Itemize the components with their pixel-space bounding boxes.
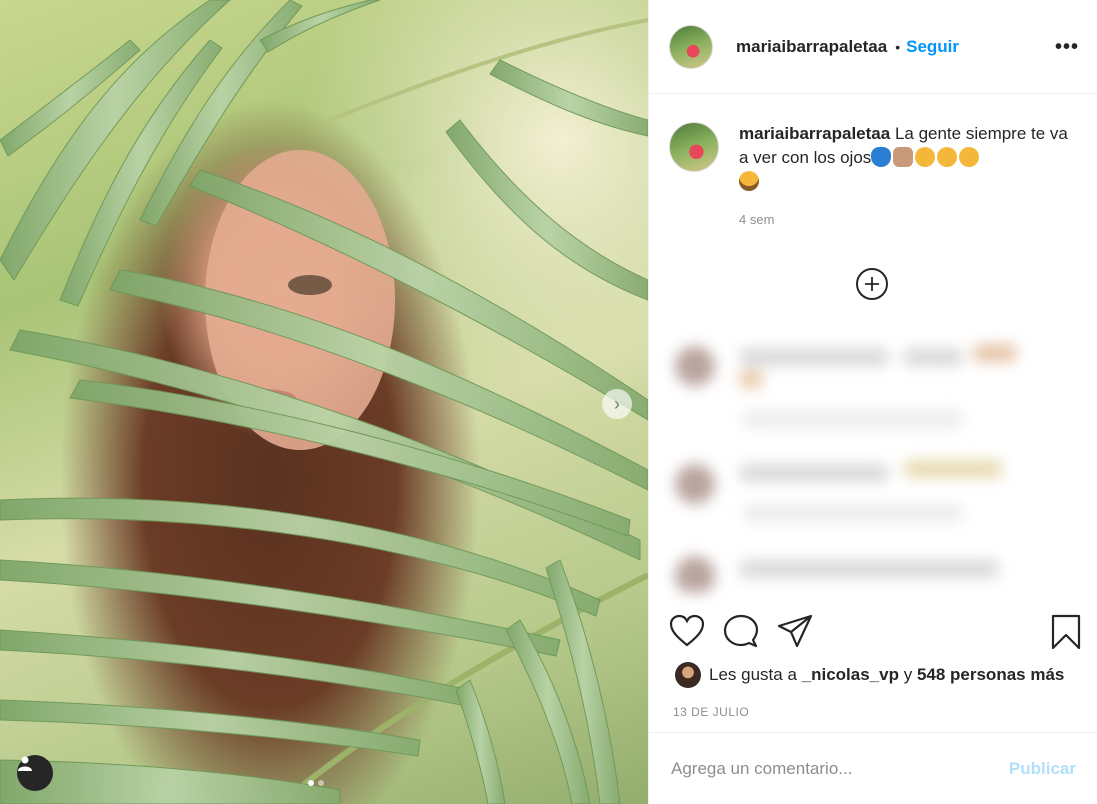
blurred-comments-list: [663, 330, 1083, 592]
publish-button[interactable]: Publicar: [1009, 759, 1076, 779]
comment-line: [739, 370, 763, 388]
likes-summary: Les gusta a _nicolas_vp y 548 personas m…: [675, 662, 1064, 688]
add-comment-bar: Publicar: [649, 732, 1097, 804]
chevron-right-icon: ›: [614, 393, 620, 414]
carousel-next-button[interactable]: ›: [602, 389, 632, 419]
comment-line: [903, 348, 963, 366]
caption: mariaibarrapaletaa La gente siempre te v…: [669, 122, 1089, 227]
comment-line: [739, 348, 889, 366]
caption-avatar[interactable]: [669, 122, 719, 172]
post-date[interactable]: 13 DE JULIO: [673, 705, 749, 719]
carousel-dot: [318, 780, 324, 786]
share-icon[interactable]: [777, 614, 813, 648]
post-actions: [669, 614, 1081, 650]
post-photo[interactable]: ›: [0, 0, 648, 804]
comment-line: [739, 464, 889, 482]
comment-avatar: [675, 464, 715, 504]
carousel-dot-active: [308, 780, 314, 786]
plus-icon: [865, 277, 879, 291]
more-options-icon[interactable]: •••: [1055, 36, 1079, 59]
caption-username[interactable]: mariaibarrapaletaa: [739, 124, 890, 143]
load-more-comments-button[interactable]: [856, 268, 888, 300]
liker-avatar[interactable]: [675, 662, 701, 688]
grinning-face-emoji: [959, 147, 980, 167]
header-username[interactable]: mariaibarrapaletaa: [736, 37, 887, 57]
hushed-face-emoji: [937, 147, 958, 167]
heart-icon[interactable]: [669, 614, 705, 648]
caption-text: mariaibarrapaletaa La gente siempre te v…: [739, 122, 1069, 194]
tagged-users-button[interactable]: [17, 755, 53, 791]
palm-leaves-overlay: [0, 0, 648, 804]
liker-username[interactable]: _nicolas_vp: [802, 665, 899, 685]
user-icon: [18, 756, 32, 771]
comment-line: [743, 410, 963, 428]
blue-ufo-emoji: [871, 147, 892, 167]
comment-line: [973, 344, 1017, 362]
post-panel: mariaibarrapaletaa • Seguir ••• mariaiba…: [648, 0, 1097, 804]
carousel-indicator: [308, 780, 324, 786]
comment-line: [903, 460, 1003, 478]
comment-line: [739, 560, 999, 578]
bookmark-icon[interactable]: [1051, 614, 1081, 650]
avatar[interactable]: [669, 24, 713, 69]
list-item: [663, 330, 1083, 440]
astonished-face-emoji: [739, 171, 759, 191]
comment-avatar: [675, 346, 715, 386]
likes-connector: y: [903, 665, 913, 684]
smirking-face-emoji: [915, 147, 936, 167]
likes-count[interactable]: 548 personas más: [917, 665, 1064, 685]
comment-input[interactable]: [671, 758, 1009, 779]
list-item: [663, 550, 1083, 592]
post-header: mariaibarrapaletaa • Seguir •••: [649, 0, 1097, 94]
list-item: [663, 448, 1083, 548]
likes-prefix: Les gusta a: [709, 665, 797, 684]
caption-timestamp[interactable]: 4 sem: [739, 212, 1069, 227]
comment-line: [743, 504, 963, 522]
follow-button[interactable]: Seguir: [906, 37, 959, 57]
sign-of-the-horns-emoji: [893, 147, 914, 167]
comment-avatar: [675, 556, 715, 592]
separator-dot: •: [895, 38, 901, 55]
comment-icon[interactable]: [723, 614, 759, 648]
